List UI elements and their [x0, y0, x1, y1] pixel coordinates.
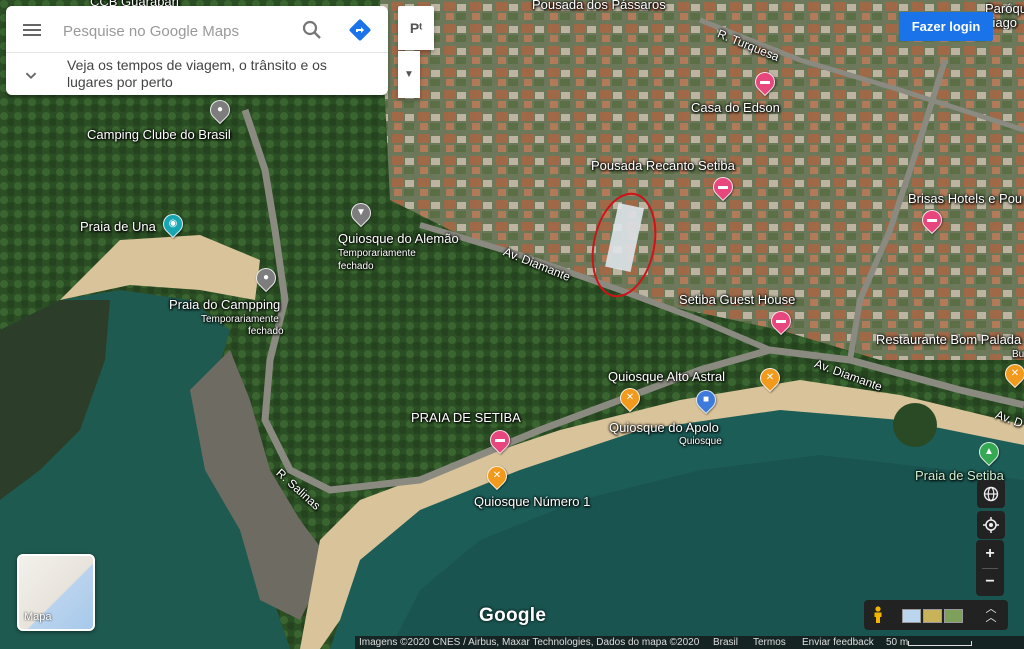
search-divider — [6, 52, 388, 53]
label-pousada-passaros[interactable]: Pousada dos Pássaros — [532, 0, 666, 12]
search-box: Veja os tempos de viagem, o trânsito e o… — [6, 6, 388, 95]
bed-icon: ▬ — [718, 181, 728, 192]
label-quiosque-apolo[interactable]: Quiosque do Apolo — [609, 420, 719, 435]
layers-bar: ︿ ︿ — [864, 600, 1008, 630]
drink-icon: ▼ — [356, 207, 366, 218]
bag-icon: ■ — [702, 394, 710, 405]
utensils-icon: ✕ — [625, 392, 635, 403]
layer-transit-thumb[interactable] — [902, 609, 921, 623]
label-quiosque-alemao[interactable]: Quiosque do Alemão — [338, 231, 459, 246]
globe-icon[interactable] — [977, 480, 1005, 508]
map-type-label: Mapa — [24, 611, 52, 623]
zoom-controls: + − — [976, 540, 1004, 596]
layer-traffic-thumb[interactable] — [923, 609, 942, 623]
imagery-credit: Imagens ©2020 CNES / Airbus, Maxar Techn… — [359, 637, 700, 648]
label-praia-una[interactable]: Praia de Una — [80, 219, 156, 234]
scale-label[interactable]: 50 m — [886, 636, 908, 649]
label-restaurante[interactable]: Restaurante Bom Palada — [876, 332, 1024, 347]
dot-icon: ● — [262, 272, 270, 283]
umbrella-icon: ▲ — [984, 446, 994, 457]
bed-icon: ▬ — [760, 76, 770, 87]
label-quiosque-alemao-status2: fechado — [338, 261, 374, 272]
bed-icon: ▬ — [495, 434, 505, 445]
label-quiosque-apolo-sub: Quiosque — [679, 436, 722, 447]
login-button[interactable]: Fazer login — [899, 12, 993, 41]
terms-link[interactable]: Termos — [753, 636, 786, 649]
my-location-icon[interactable] — [977, 511, 1005, 539]
label-pousada-recanto[interactable]: Pousada Recanto Setiba — [591, 158, 735, 173]
satellite-map[interactable] — [0, 0, 1024, 649]
zoom-out-button[interactable]: − — [976, 568, 1004, 596]
google-logo: Google — [479, 605, 547, 626]
search-icon[interactable] — [300, 18, 324, 42]
camera-icon: ◉ — [168, 218, 178, 229]
label-restaurante-sub: Bu — [1012, 349, 1024, 360]
label-praia-campping-status: Temporariamente — [201, 314, 279, 325]
map-type-toggle[interactable]: Mapa — [17, 554, 95, 631]
scale-bar — [908, 641, 972, 646]
utensils-icon: ✕ — [1010, 368, 1020, 379]
label-setiba-guest[interactable]: Setiba Guest House — [679, 292, 795, 307]
label-casa-edson[interactable]: Casa do Edson — [691, 100, 780, 115]
zoom-in-button[interactable]: + — [976, 540, 1004, 568]
label-brisas[interactable]: Brisas Hotels e Pou — [908, 191, 1024, 206]
pegman-icon[interactable] — [872, 606, 884, 624]
label-praia-setiba-caps[interactable]: PRAIA DE SETIBA — [411, 410, 521, 425]
chevron-up-icon[interactable]: ︿ ︿ — [982, 604, 1000, 625]
label-praia-campping-status2: fechado — [248, 326, 284, 337]
layer-terrain-thumb[interactable] — [944, 609, 963, 623]
label-quiosque-alemao-status: Temporariamente — [338, 248, 416, 259]
utensils-icon: ✕ — [492, 470, 502, 481]
label-quiosque-alto-astral[interactable]: Quiosque Alto Astral — [608, 369, 725, 384]
language-button[interactable]: Pᵗ — [398, 6, 434, 50]
bed-icon: ▬ — [776, 315, 786, 326]
dot-icon: ● — [216, 104, 224, 115]
explore-nearby-text[interactable]: Veja os tempos de viagem, o trânsito e o… — [67, 57, 367, 91]
menu-icon[interactable] — [20, 18, 44, 42]
bed-icon: ▬ — [927, 214, 937, 225]
chevron-down-icon[interactable] — [20, 64, 42, 86]
search-input[interactable] — [61, 16, 295, 46]
label-praia-campping[interactable]: Praia do Campping — [169, 297, 280, 312]
label-camping-clube[interactable]: Camping Clube do Brasil — [87, 127, 231, 142]
directions-icon[interactable] — [348, 18, 372, 42]
language-dropdown-icon[interactable]: ▼ — [398, 51, 420, 98]
feedback-link[interactable]: Enviar feedback — [802, 636, 874, 649]
country-link[interactable]: Brasil — [713, 636, 738, 649]
label-quiosque-numero1[interactable]: Quiosque Número 1 — [474, 494, 590, 509]
utensils-icon: ✕ — [765, 372, 775, 383]
